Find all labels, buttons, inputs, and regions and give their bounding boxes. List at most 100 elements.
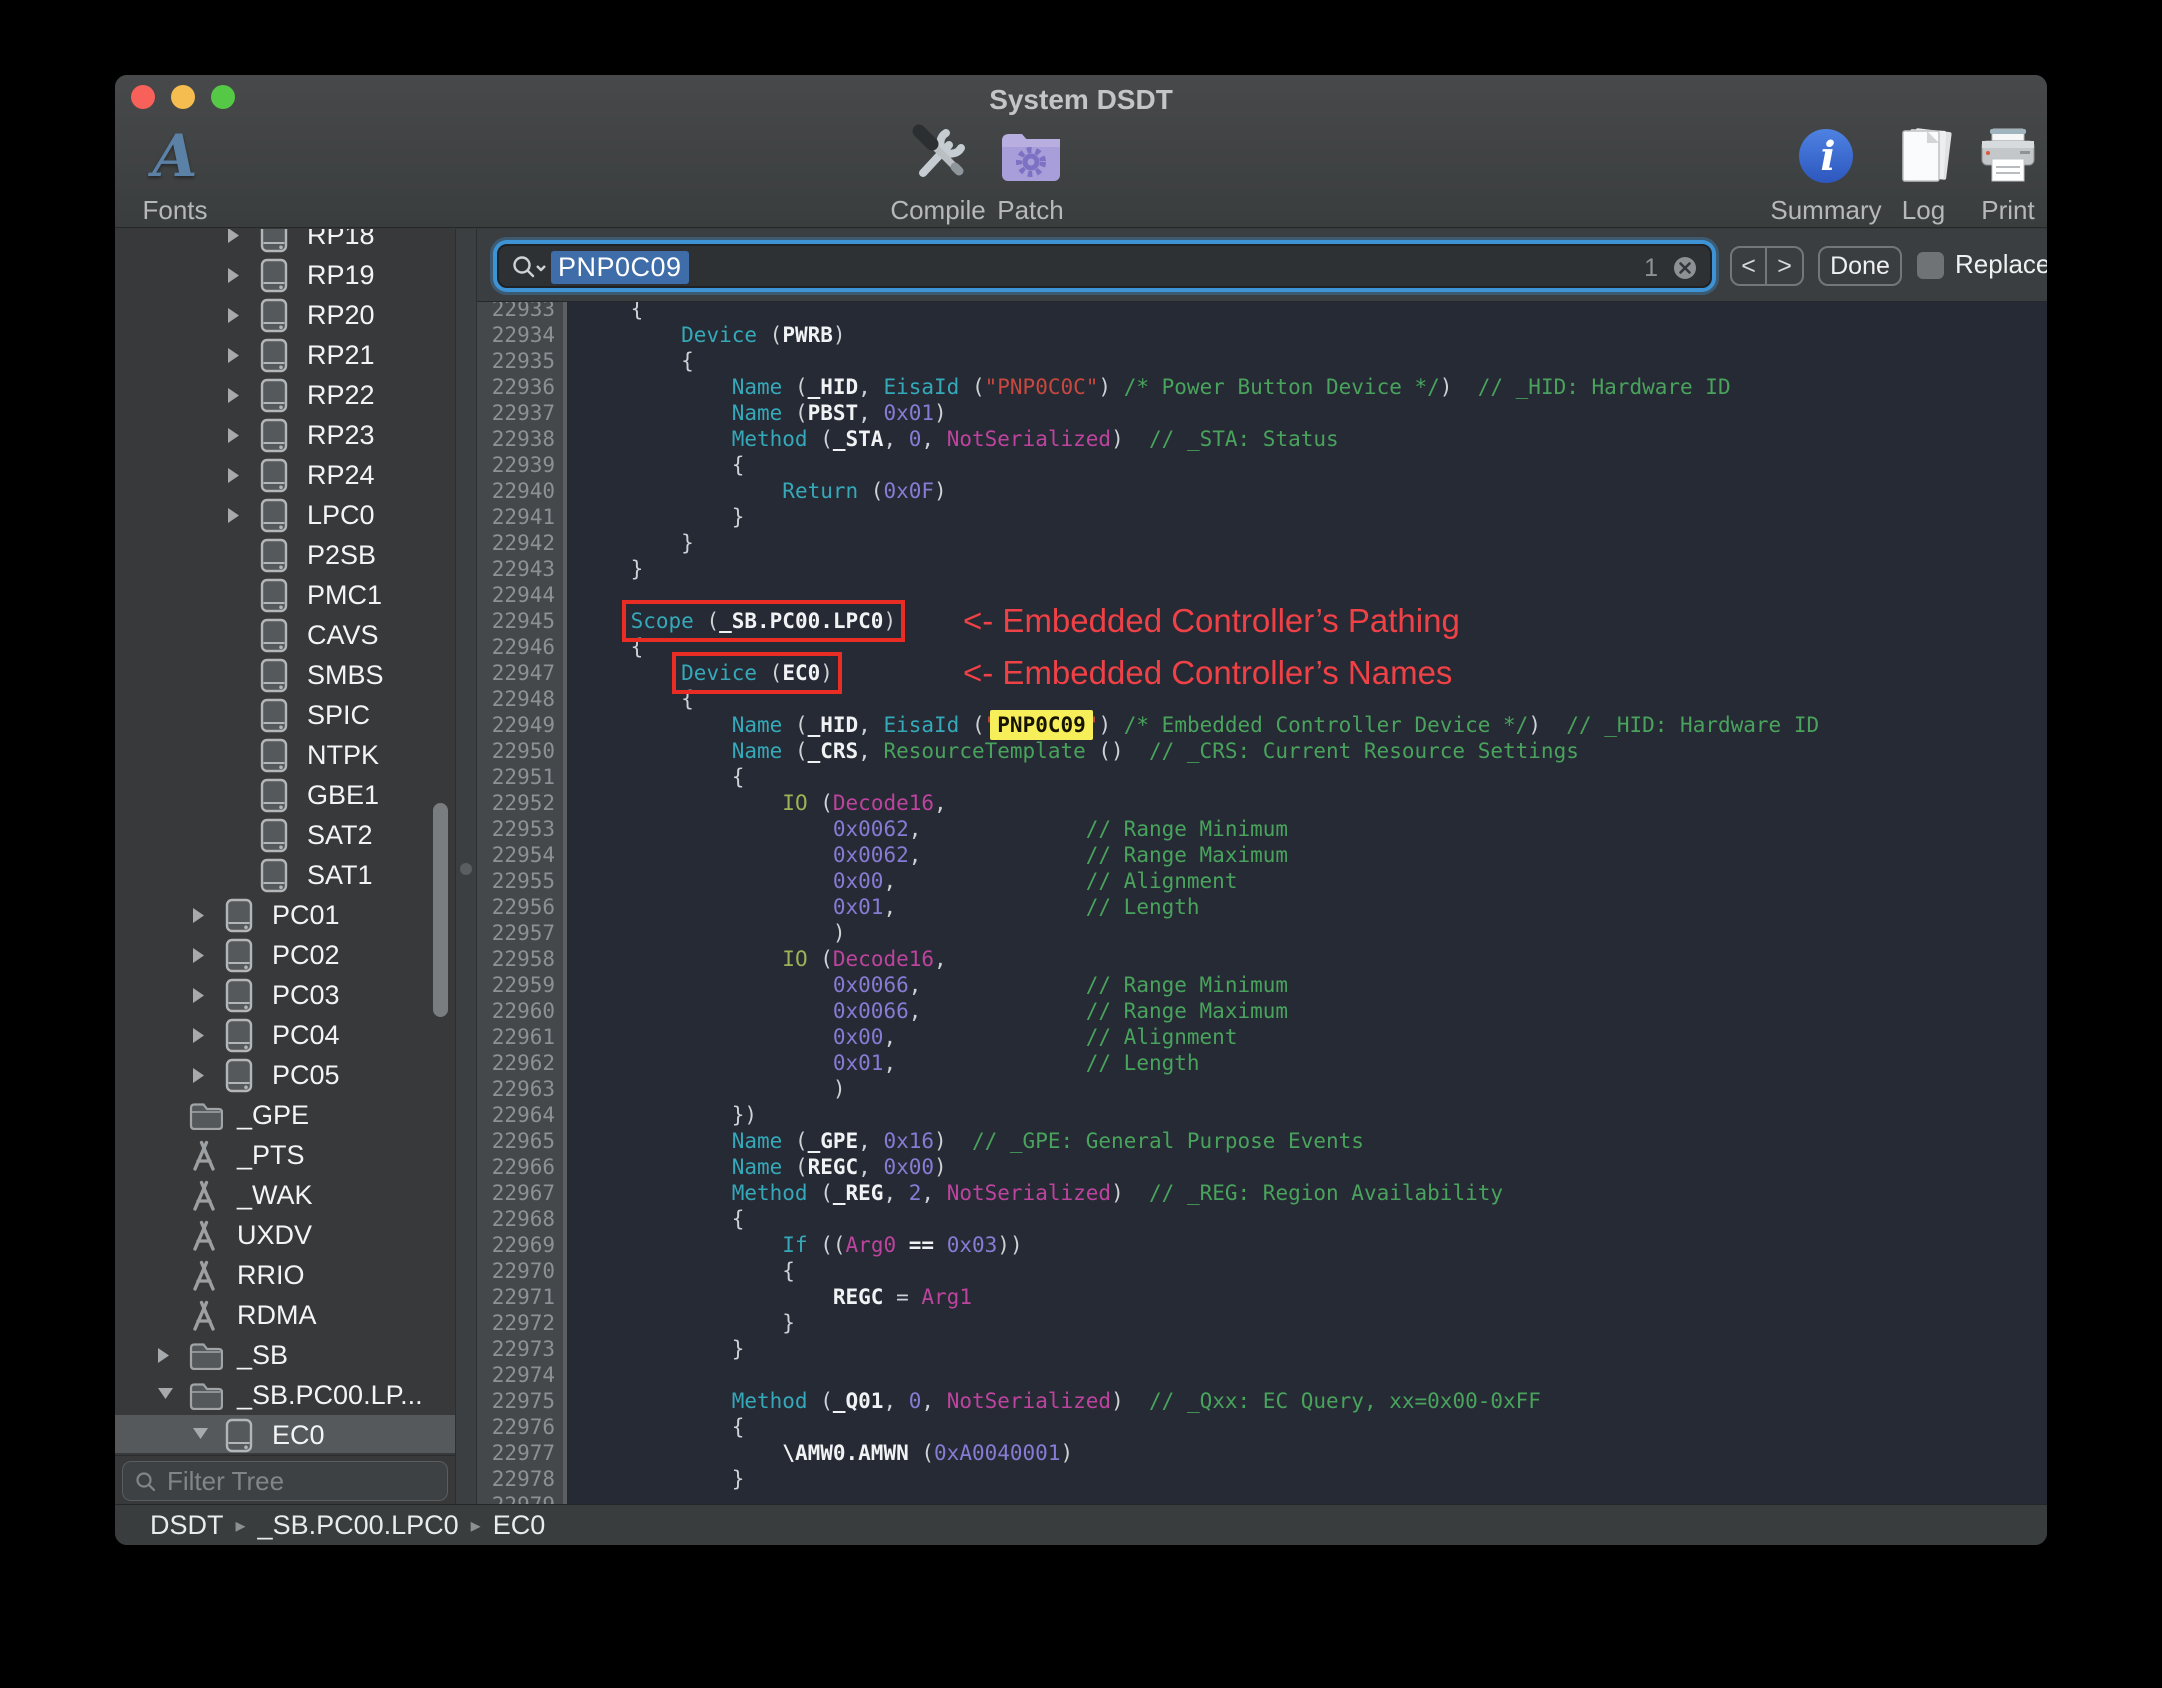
sidebar-scrollbar[interactable] bbox=[433, 803, 448, 1017]
sidebar-item-label: _WAK bbox=[237, 1180, 313, 1210]
log-button[interactable]: Log bbox=[1881, 123, 1966, 226]
sidebar-item-ntpk[interactable]: NTPK bbox=[115, 735, 455, 775]
code-line: { bbox=[580, 349, 694, 373]
code-line: 0x0062, // Range Maximum bbox=[832, 843, 1289, 867]
search-menu-icon[interactable] bbox=[511, 254, 547, 282]
sidebar-item-label: SPIC bbox=[307, 700, 371, 730]
sidebar-item-rp22[interactable]: RP22 bbox=[115, 375, 455, 415]
breadcrumb-item-path[interactable]: _SB.PC00.LPC0 bbox=[258, 1510, 459, 1540]
sidebar-item-pc05[interactable]: PC05 bbox=[115, 1055, 455, 1095]
code-line: 0x00, // Alignment bbox=[832, 1025, 1238, 1049]
find-bar: PNP0C09 1 < > Done Replace bbox=[477, 229, 2047, 302]
sidebar-item-label: SAT2 bbox=[307, 820, 373, 850]
sidebar-item-sat2[interactable]: SAT2 bbox=[115, 815, 455, 855]
sidebar-item-label: CAVS bbox=[307, 620, 379, 650]
disclosure-triangle-icon[interactable] bbox=[192, 947, 205, 969]
clear-search-icon[interactable] bbox=[1672, 255, 1698, 281]
print-button[interactable]: Print bbox=[1963, 123, 2047, 226]
patch-button[interactable]: Patch bbox=[978, 123, 1083, 226]
sidebar: RP18 RP19 RP20 RP21 RP22 RP23 RP24 LPC0 P2SB PMC1… bbox=[115, 229, 455, 1504]
sidebar-item-ec0[interactable]: EC0 bbox=[115, 1415, 455, 1453]
fonts-button[interactable]: A Fonts bbox=[125, 123, 225, 226]
sidebar-item-label: PC04 bbox=[272, 1020, 340, 1050]
sidebar-item-pc02[interactable]: PC02 bbox=[115, 935, 455, 975]
sidebar-item-label: _GPE bbox=[237, 1100, 310, 1130]
disclosure-triangle-icon[interactable] bbox=[192, 987, 205, 1009]
breadcrumb: DSDT ▸ _SB.PC00.LPC0 ▸ EC0 bbox=[115, 1504, 2047, 1545]
sidebar-item-lpc0[interactable]: LPC0 bbox=[115, 495, 455, 535]
line-number: 22945 bbox=[491, 609, 555, 633]
sidebar-item--pts[interactable]: _PTS bbox=[115, 1135, 455, 1175]
disclosure-triangle-icon[interactable] bbox=[157, 1347, 170, 1369]
sidebar-item-rdma[interactable]: RDMA bbox=[115, 1295, 455, 1335]
sidebar-item-uxdv[interactable]: UXDV bbox=[115, 1215, 455, 1255]
disclosure-triangle-icon[interactable] bbox=[227, 267, 240, 289]
line-number: 22938 bbox=[491, 427, 555, 451]
find-previous-button[interactable]: < bbox=[1732, 248, 1767, 284]
disclosure-triangle-icon[interactable] bbox=[227, 507, 240, 529]
sidebar-item--gpe[interactable]: _GPE bbox=[115, 1095, 455, 1135]
disclosure-triangle-icon[interactable] bbox=[192, 1067, 205, 1089]
line-number: 22972 bbox=[491, 1311, 555, 1335]
disclosure-triangle-icon[interactable] bbox=[227, 467, 240, 489]
sidebar-item-label: RP18 bbox=[307, 229, 375, 250]
sidebar-item-gbe1[interactable]: GBE1 bbox=[115, 775, 455, 815]
sidebar-item--wak[interactable]: _WAK bbox=[115, 1175, 455, 1215]
sidebar-item-rrio[interactable]: RRIO bbox=[115, 1255, 455, 1295]
disclosure-triangle-icon[interactable] bbox=[227, 307, 240, 329]
code-editor[interactable]: 22933 22934 22935 22936 22937 22938 22939 22940… bbox=[477, 302, 2047, 1504]
sidebar-item-cavs[interactable]: CAVS bbox=[115, 615, 455, 655]
sidebar-item-rp20[interactable]: RP20 bbox=[115, 295, 455, 335]
search-input[interactable]: PNP0C09 1 bbox=[497, 244, 1712, 288]
find-next-button[interactable]: > bbox=[1767, 248, 1802, 284]
summary-label: Summary bbox=[1770, 195, 1882, 225]
code-line: IO (Decode16, bbox=[782, 791, 947, 815]
disclosure-triangle-icon[interactable] bbox=[192, 1027, 205, 1049]
patch-label: Patch bbox=[997, 195, 1064, 225]
code-line: } bbox=[580, 505, 745, 529]
breadcrumb-item-dsdt[interactable]: DSDT bbox=[150, 1510, 224, 1540]
sidebar-item-rp18[interactable]: RP18 bbox=[115, 229, 455, 255]
breadcrumb-item-ec0[interactable]: EC0 bbox=[493, 1510, 546, 1540]
log-icon bbox=[1881, 123, 1966, 189]
disclosure-triangle-icon[interactable] bbox=[192, 1427, 209, 1445]
code-text: { Device (PWRB) { Name (_HID, EisaId ("P… bbox=[580, 302, 1819, 1504]
sidebar-item--sb[interactable]: _SB bbox=[115, 1335, 455, 1375]
device-icon bbox=[259, 698, 289, 738]
done-button[interactable]: Done bbox=[1818, 246, 1902, 286]
sidebar-item-p2sb[interactable]: P2SB bbox=[115, 535, 455, 575]
search-match-highlight: PNP0C09 bbox=[990, 710, 1093, 740]
sidebar-item-rp23[interactable]: RP23 bbox=[115, 415, 455, 455]
replace-checkbox[interactable] bbox=[1917, 252, 1944, 279]
summary-button[interactable]: i Summary bbox=[1761, 123, 1891, 226]
pane-splitter[interactable] bbox=[455, 229, 477, 1504]
sidebar-item-pmc1[interactable]: PMC1 bbox=[115, 575, 455, 615]
filter-field[interactable] bbox=[122, 1461, 448, 1501]
breadcrumb-separator-icon: ▸ bbox=[470, 1515, 481, 1537]
annotation-pathing: <- Embedded Controller’s Pathing bbox=[963, 602, 1460, 639]
sidebar-item-pc04[interactable]: PC04 bbox=[115, 1015, 455, 1055]
sidebar-item-spic[interactable]: SPIC bbox=[115, 695, 455, 735]
filter-tree-input[interactable] bbox=[167, 1462, 437, 1500]
disclosure-triangle-icon[interactable] bbox=[227, 229, 240, 249]
sidebar-item-pc01[interactable]: PC01 bbox=[115, 895, 455, 935]
sidebar-item-rp19[interactable]: RP19 bbox=[115, 255, 455, 295]
device-icon bbox=[224, 938, 254, 978]
disclosure-triangle-icon[interactable] bbox=[192, 907, 205, 929]
sidebar-item-label: SAT1 bbox=[307, 860, 373, 890]
disclosure-triangle-icon[interactable] bbox=[227, 427, 240, 449]
disclosure-triangle-icon[interactable] bbox=[227, 387, 240, 409]
sidebar-item--sb-pc00-lp-[interactable]: _SB.PC00.LP... bbox=[115, 1375, 455, 1415]
code-line: Method (_REG, 2, NotSerialized) // _REG:… bbox=[731, 1181, 1504, 1205]
line-number: 22969 bbox=[491, 1233, 555, 1257]
disclosure-triangle-icon[interactable] bbox=[227, 347, 240, 369]
disclosure-triangle-icon[interactable] bbox=[157, 1387, 174, 1405]
line-number: 22962 bbox=[491, 1051, 555, 1075]
sidebar-item-smbs[interactable]: SMBS bbox=[115, 655, 455, 695]
sidebar-item-sat1[interactable]: SAT1 bbox=[115, 855, 455, 895]
splitter-handle-icon bbox=[460, 863, 472, 875]
sidebar-item-rp24[interactable]: RP24 bbox=[115, 455, 455, 495]
sidebar-item-pc03[interactable]: PC03 bbox=[115, 975, 455, 1015]
sidebar-item-rp21[interactable]: RP21 bbox=[115, 335, 455, 375]
code-line: { bbox=[580, 1207, 745, 1231]
